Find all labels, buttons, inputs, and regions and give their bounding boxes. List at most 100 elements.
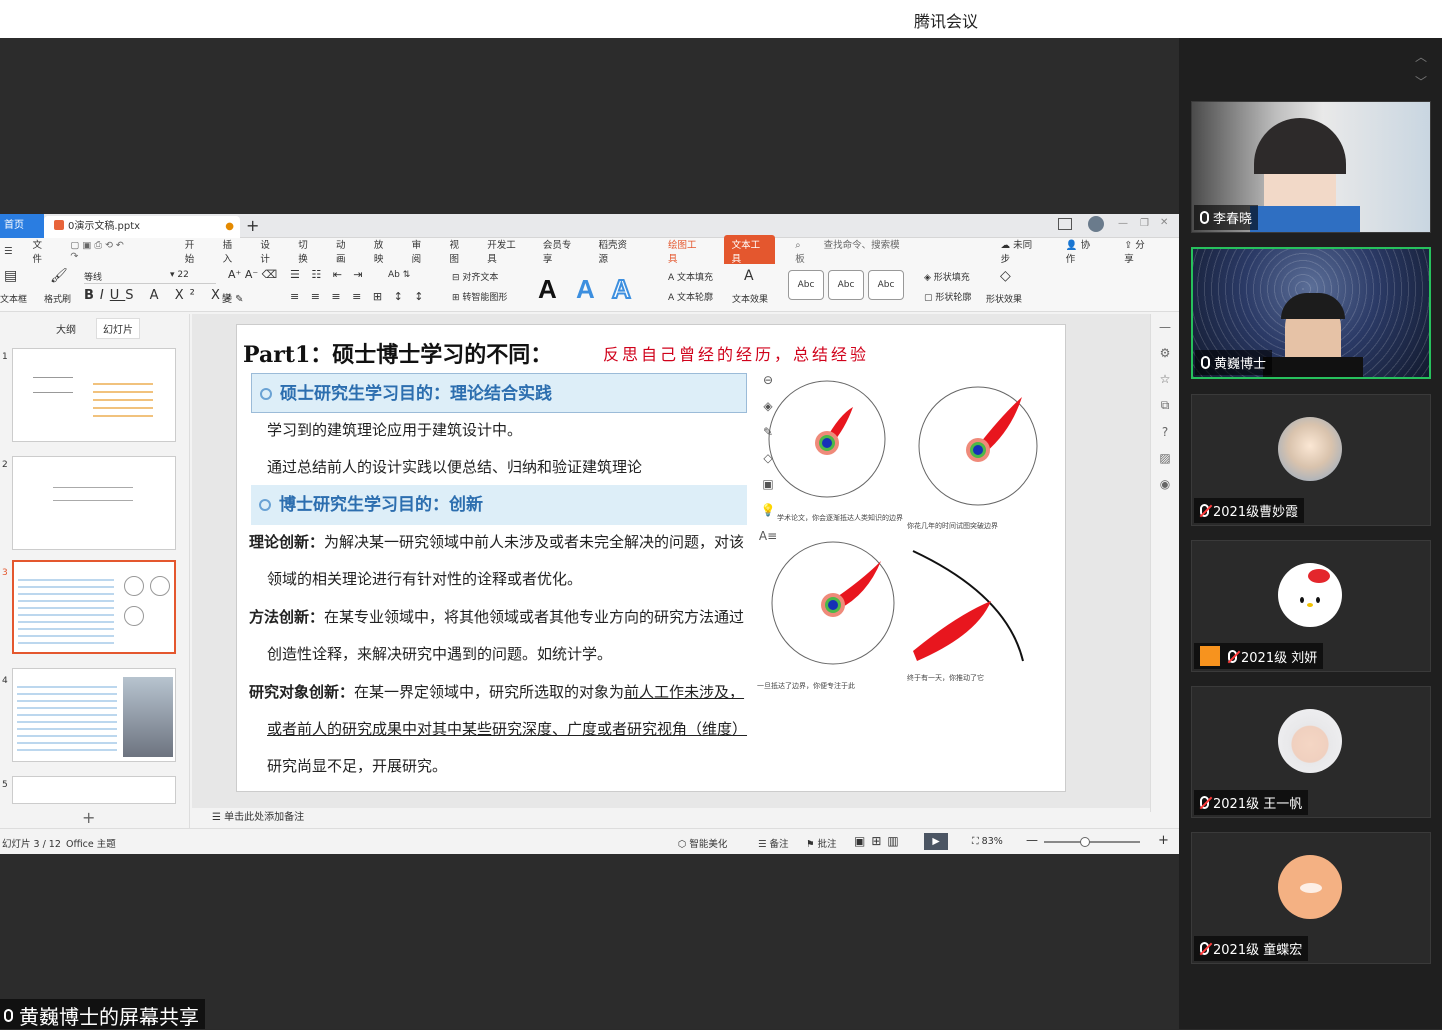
notes-button[interactable]: ☰ 备注 <box>758 836 789 850</box>
text-effect-icon[interactable]: A <box>744 268 754 284</box>
align-icons[interactable]: ≡ ≡ ≡ ≡ ⊞ ↕ ↕ <box>290 290 428 303</box>
user-placeholder-icon <box>1200 646 1220 666</box>
beautify-button[interactable]: ⬡ 智能美化 <box>678 836 727 850</box>
tab-home[interactable]: 首页 <box>0 214 44 238</box>
text-effect-label[interactable]: 文本效果 <box>732 292 768 305</box>
search-command[interactable]: ⌕ 查找命令、搜索模板 <box>795 237 920 265</box>
slide-thumbnail-5[interactable] <box>12 776 176 804</box>
font-size-select[interactable]: ▾ 22 <box>170 270 189 280</box>
play-button[interactable]: ▶ <box>924 833 948 850</box>
copy-icon[interactable]: ⧉ <box>1161 398 1170 413</box>
help-icon[interactable]: ? <box>1162 425 1168 439</box>
user-avatar[interactable] <box>1088 216 1104 232</box>
text-outline-button[interactable]: A 文本轮廓 <box>668 290 713 303</box>
tab-slides[interactable]: 幻灯片 <box>96 317 140 339</box>
font-style-buttons[interactable]: BIUS A X² X₂ <box>84 288 237 303</box>
layers-icon[interactable]: ◈ <box>763 399 772 413</box>
participant-tile[interactable]: 2021级 王一帆 <box>1191 686 1431 818</box>
smartart-button[interactable]: ⊞ 转智能图形 <box>452 290 507 303</box>
zoom-slider[interactable] <box>1044 841 1140 843</box>
participant-tile[interactable]: 2021级 童蝶宏 <box>1191 832 1431 964</box>
shape-style-2[interactable]: Abc <box>828 270 864 300</box>
slide-thumbnail-4[interactable] <box>12 668 176 762</box>
zoom-slider-handle[interactable] <box>1080 837 1090 847</box>
slide-thumbnail-2[interactable] <box>12 456 176 550</box>
font-name-select[interactable]: 等线 <box>84 270 216 284</box>
shape-effect-label[interactable]: 形状效果 <box>986 292 1022 305</box>
participant-tile[interactable]: 2021级曹妙霞 <box>1191 394 1431 526</box>
format-painter-label[interactable]: 格式刷 <box>44 292 71 305</box>
window-layout-icon[interactable] <box>1058 218 1072 230</box>
collapse-icon[interactable]: ⊖ <box>763 373 773 387</box>
textbox-label[interactable]: 文本框 <box>0 292 27 305</box>
zoom-level[interactable]: ⛶ 83% <box>972 836 1003 847</box>
maximize-icon[interactable]: ❐ <box>1140 218 1149 229</box>
new-tab-button[interactable]: + <box>246 216 259 235</box>
share-button[interactable]: ⇪ 分享 <box>1124 237 1171 265</box>
menu-item-start[interactable]: 开始 <box>185 237 203 265</box>
close-icon[interactable]: ✕ <box>1160 217 1168 228</box>
hamburger-icon[interactable]: ☰ <box>4 246 13 257</box>
menu-item-draw-tools[interactable]: 绘图工具 <box>668 237 704 265</box>
sync-status[interactable]: ☁ 未同步 <box>1001 237 1058 265</box>
frame-icon[interactable]: ▣ <box>762 477 773 491</box>
font-grow-shrink-icons[interactable]: A⁺ A⁻ ⌫ <box>228 268 277 281</box>
shape-fill-button[interactable]: ◈ 形状填充 <box>924 270 970 283</box>
text-direction-icon[interactable]: Ab ⇅ <box>388 270 410 280</box>
participant-tile[interactable]: 2021级 刘妍 <box>1191 540 1431 672</box>
lightbulb-icon[interactable]: 💡 <box>761 503 776 517</box>
chevron-down-icon[interactable]: ﹀ <box>1415 73 1427 90</box>
text-style-outline-icon[interactable]: A <box>611 273 632 305</box>
menu-item-docer[interactable]: 稻壳资源 <box>598 237 634 265</box>
shape-style-3[interactable]: Abc <box>868 270 904 300</box>
pen-icon[interactable]: ✎ <box>763 425 773 439</box>
chevron-up-icon[interactable]: ︿ <box>1415 48 1427 65</box>
shape-outline-button[interactable]: ▢ 形状轮廓 <box>924 290 971 303</box>
image-icon[interactable]: ▨ <box>1159 451 1170 465</box>
highlight-icons[interactable]: 變 ✎ <box>222 290 244 305</box>
menu-item-view[interactable]: 视图 <box>449 237 467 265</box>
textbox-icon[interactable]: ▤ <box>4 268 17 284</box>
animation-icon[interactable]: ☆ <box>1160 372 1171 386</box>
text-style-black-icon[interactable]: A <box>538 274 557 305</box>
format-painter-icon[interactable]: 🖌 <box>50 268 68 284</box>
participant-tile[interactable]: 李春晓 <box>1191 101 1431 233</box>
menu-item-devtools[interactable]: 开发工具 <box>487 237 523 265</box>
menu-item-member[interactable]: 会员专享 <box>543 237 579 265</box>
comments-button[interactable]: ⚑ 批注 <box>806 836 837 850</box>
menu-file[interactable]: 文件 <box>33 237 51 265</box>
participant-tile-active[interactable]: 黄巍博士 <box>1191 247 1431 379</box>
band-master-goal[interactable]: 硕士研究生学习目的：理论结合实践 <box>251 373 747 413</box>
menu-item-text-tools[interactable]: 文本工具 <box>723 235 776 267</box>
settings-icon[interactable]: ⚙ <box>1160 346 1171 360</box>
shape-style-1[interactable]: Abc <box>788 270 824 300</box>
menu-item-slideshow[interactable]: 放映 <box>374 237 392 265</box>
zoom-in-button[interactable]: + <box>1158 833 1169 848</box>
text-fill-button[interactable]: A 文本填充 <box>668 270 713 283</box>
minus-icon[interactable]: — <box>1159 320 1171 334</box>
menu-item-design[interactable]: 设计 <box>260 237 278 265</box>
collab-button[interactable]: 👤 协作 <box>1066 237 1116 265</box>
text-style-blue-icon[interactable]: A <box>576 274 595 305</box>
window-titlebar: 腾讯会议 <box>0 0 1442 38</box>
notes-bar[interactable]: ☰ 单击此处添加备注 <box>192 808 1150 828</box>
menu-item-insert[interactable]: 插入 <box>223 237 241 265</box>
view-mode-icons[interactable]: ▣⊞▥ <box>854 834 905 848</box>
slide-thumbnail-1[interactable] <box>12 348 176 442</box>
add-slide-button[interactable]: + <box>82 808 95 827</box>
slide-thumbnail-3[interactable] <box>12 560 176 654</box>
tab-outline[interactable]: 大纲 <box>56 321 76 336</box>
shape-effect-icon[interactable]: ◇ <box>1000 268 1011 284</box>
location-icon[interactable]: ◉ <box>1160 477 1170 491</box>
tab-document[interactable]: 0演示文稿.pptx ● <box>44 216 240 238</box>
eraser-icon[interactable]: ◇ <box>763 451 772 465</box>
menu-item-transition[interactable]: 切换 <box>298 237 316 265</box>
align-text-button[interactable]: ⊟ 对齐文本 <box>452 270 498 283</box>
zoom-out-button[interactable]: — <box>1026 833 1038 847</box>
menu-item-review[interactable]: 审阅 <box>412 237 430 265</box>
minimize-icon[interactable]: — <box>1118 218 1128 229</box>
text-format-icon[interactable]: A≡ <box>759 529 777 543</box>
quick-access-icons[interactable]: ▢ ▣ ⎙ ⟲ ↶ ↷ <box>70 240 130 262</box>
menu-item-animation[interactable]: 动画 <box>336 237 354 265</box>
list-icons[interactable]: ☰ ☷ ⇤ ⇥ <box>290 268 367 281</box>
